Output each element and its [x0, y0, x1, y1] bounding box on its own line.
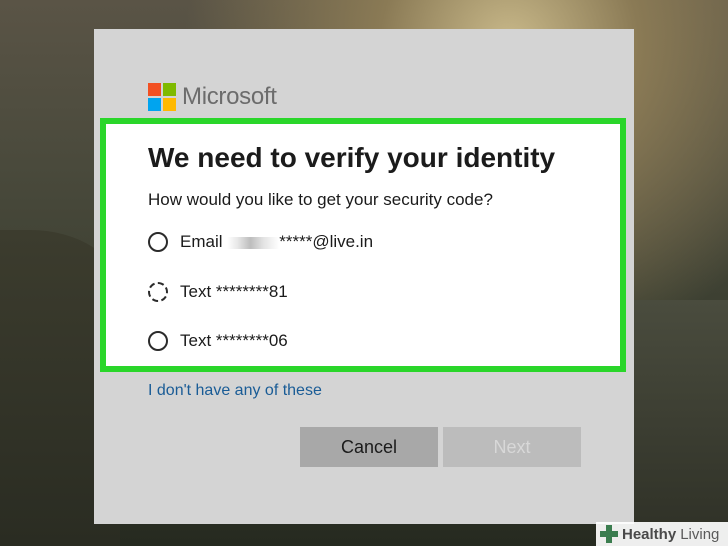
plus-cross-icon	[600, 525, 618, 543]
option-text-06[interactable]: Text ********06	[148, 331, 288, 351]
cancel-button[interactable]: Cancel	[300, 427, 438, 467]
radio-button[interactable]	[148, 232, 168, 252]
security-code-question: How would you like to get your security …	[148, 190, 493, 209]
option-email-suffix: *****@live.in	[279, 232, 374, 251]
option-email[interactable]: Email *****@live.in	[148, 232, 373, 252]
background-hill-right	[618, 300, 728, 546]
next-button[interactable]: Next	[443, 427, 581, 467]
option-text-06-label: Text ********06	[180, 331, 288, 350]
no-options-link[interactable]: I don't have any of these	[148, 382, 322, 400]
option-email-prefix: Email	[180, 232, 228, 251]
watermark-suffix: Living	[680, 525, 720, 543]
watermark: Healthy Living	[596, 522, 728, 546]
option-text-81[interactable]: Text ********81	[148, 282, 288, 302]
option-email-label: Email *****@live.in	[180, 232, 373, 252]
page-title: We need to verify your identity	[148, 142, 556, 173]
blurred-email-mask	[227, 236, 280, 249]
microsoft-logo: Microsoft	[148, 83, 277, 111]
watermark-brand: Healthy	[622, 525, 677, 543]
radio-button[interactable]	[148, 282, 168, 302]
option-text-81-label: Text ********81	[180, 282, 288, 301]
windows-logo-icon	[148, 83, 176, 111]
verification-options-card: We need to verify your identity How woul…	[100, 118, 626, 372]
brand-name: Microsoft	[182, 83, 277, 110]
radio-button[interactable]	[148, 331, 168, 351]
